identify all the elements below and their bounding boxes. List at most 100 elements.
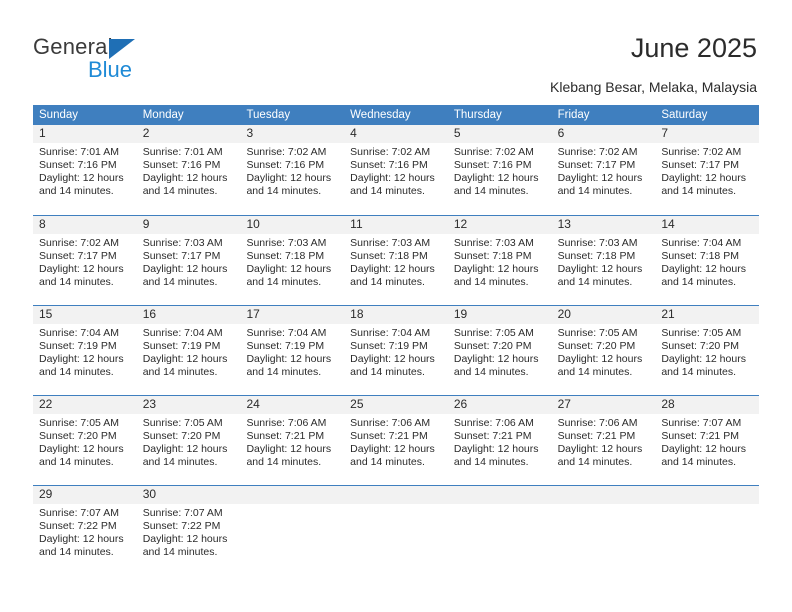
week-row: 29 Sunrise: 7:07 AM Sunset: 7:22 PM Dayl…: [33, 485, 759, 577]
day-details: Sunrise: 7:03 AM Sunset: 7:18 PM Dayligh…: [454, 237, 549, 289]
sunrise-text: Sunrise: 7:02 AM: [453, 146, 534, 158]
day-cell[interactable]: 11 Sunrise: 7:03 AM Sunset: 7:18 PM Dayl…: [344, 216, 448, 305]
sunset-text: Sunset: 7:17 PM: [661, 159, 739, 171]
day-details: Sunrise: 7:02 AM Sunset: 7:17 PM Dayligh…: [39, 237, 134, 289]
day-details: Sunrise: 7:03 AM Sunset: 7:18 PM Dayligh…: [558, 237, 653, 289]
day-details: Sunrise: 7:05 AM Sunset: 7:20 PM Dayligh…: [454, 327, 549, 379]
day-cell[interactable]: 29 Sunrise: 7:07 AM Sunset: 7:22 PM Dayl…: [33, 486, 137, 577]
day-number: 5: [453, 126, 461, 140]
sunrise-text: Sunrise: 7:02 AM: [246, 146, 327, 158]
daylight-text: Daylight: 12 hours and 14 minutes.: [661, 263, 746, 288]
sunset-text: Sunset: 7:16 PM: [142, 159, 221, 171]
day-cell[interactable]: 2 Sunrise: 7:01 AM Sunset: 7:16 PM Dayli…: [137, 125, 241, 215]
day-details: Sunrise: 7:04 AM Sunset: 7:18 PM Dayligh…: [661, 237, 756, 289]
sunrise-text: Sunrise: 7:03 AM: [453, 237, 534, 249]
day-cell[interactable]: 6 Sunrise: 7:02 AM Sunset: 7:17 PM Dayli…: [552, 125, 656, 215]
day-cell[interactable]: 18 Sunrise: 7:04 AM Sunset: 7:19 PM Dayl…: [344, 306, 448, 395]
day-cell[interactable]: 1 Sunrise: 7:01 AM Sunset: 7:16 PM Dayli…: [33, 125, 137, 215]
sunrise-text: Sunrise: 7:04 AM: [661, 237, 742, 249]
day-cell[interactable]: 4 Sunrise: 7:02 AM Sunset: 7:16 PM Dayli…: [344, 125, 448, 215]
day-cell[interactable]: 10 Sunrise: 7:03 AM Sunset: 7:18 PM Dayl…: [240, 216, 344, 305]
sunset-text: Sunset: 7:16 PM: [39, 159, 117, 171]
day-cell[interactable]: 9 Sunrise: 7:03 AM Sunset: 7:17 PM Dayli…: [137, 216, 241, 305]
day-cell-empty: [655, 486, 759, 577]
sunset-text: Sunset: 7:22 PM: [39, 520, 117, 532]
daylight-text: Daylight: 12 hours and 14 minutes.: [557, 263, 643, 288]
day-cell[interactable]: 26 Sunrise: 7:06 AM Sunset: 7:21 PM Dayl…: [448, 396, 552, 485]
day-details: Sunrise: 7:02 AM Sunset: 7:17 PM Dayligh…: [558, 146, 653, 198]
sunset-text: Sunset: 7:20 PM: [39, 430, 117, 442]
day-cell[interactable]: 16 Sunrise: 7:04 AM Sunset: 7:19 PM Dayl…: [137, 306, 241, 395]
day-cell[interactable]: 22 Sunrise: 7:05 AM Sunset: 7:20 PM Dayl…: [33, 396, 137, 485]
sunrise-text: Sunrise: 7:02 AM: [350, 146, 431, 158]
day-cell[interactable]: 7 Sunrise: 7:02 AM Sunset: 7:17 PM Dayli…: [655, 125, 759, 215]
day-cell[interactable]: 23 Sunrise: 7:05 AM Sunset: 7:20 PM Dayl…: [137, 396, 241, 485]
daylight-text: Daylight: 12 hours and 14 minutes.: [142, 443, 228, 468]
day-cell[interactable]: 17 Sunrise: 7:04 AM Sunset: 7:19 PM Dayl…: [240, 306, 344, 395]
day-cell[interactable]: 25 Sunrise: 7:06 AM Sunset: 7:21 PM Dayl…: [344, 396, 448, 485]
day-details: Sunrise: 7:04 AM Sunset: 7:19 PM Dayligh…: [350, 327, 445, 379]
day-cell[interactable]: 20 Sunrise: 7:05 AM Sunset: 7:20 PM Dayl…: [552, 306, 656, 395]
week-row: 22 Sunrise: 7:05 AM Sunset: 7:20 PM Dayl…: [33, 395, 759, 485]
sunrise-text: Sunrise: 7:07 AM: [661, 417, 742, 429]
daylight-text: Daylight: 12 hours and 14 minutes.: [142, 533, 228, 558]
day-cell[interactable]: 13 Sunrise: 7:03 AM Sunset: 7:18 PM Dayl…: [552, 216, 656, 305]
sunrise-text: Sunrise: 7:03 AM: [246, 237, 327, 249]
daylight-text: Daylight: 12 hours and 14 minutes.: [39, 353, 124, 378]
daylight-text: Daylight: 12 hours and 14 minutes.: [661, 172, 746, 197]
day-number: 1: [39, 126, 46, 140]
day-cell[interactable]: 8 Sunrise: 7:02 AM Sunset: 7:17 PM Dayli…: [33, 216, 137, 305]
day-cell[interactable]: 15 Sunrise: 7:04 AM Sunset: 7:19 PM Dayl…: [33, 306, 137, 395]
sunrise-text: Sunrise: 7:07 AM: [39, 507, 119, 519]
sunset-text: Sunset: 7:17 PM: [39, 250, 117, 262]
weekday-tuesday: Tuesday: [246, 109, 291, 121]
day-details: Sunrise: 7:04 AM Sunset: 7:19 PM Dayligh…: [143, 327, 238, 379]
day-cell[interactable]: 21 Sunrise: 7:05 AM Sunset: 7:20 PM Dayl…: [655, 306, 759, 395]
day-details: Sunrise: 7:01 AM Sunset: 7:16 PM Dayligh…: [39, 146, 134, 198]
page-header: General Blue June 2025 Klebang Besar, Me…: [0, 0, 792, 100]
general-blue-logo[interactable]: General Blue: [33, 34, 233, 84]
sunset-text: Sunset: 7:21 PM: [557, 430, 636, 442]
sunrise-text: Sunrise: 7:06 AM: [453, 417, 534, 429]
weekday-thursday: Thursday: [453, 109, 502, 121]
day-cell[interactable]: 27 Sunrise: 7:06 AM Sunset: 7:21 PM Dayl…: [552, 396, 656, 485]
day-number: 18: [350, 307, 364, 321]
day-cell[interactable]: 3 Sunrise: 7:02 AM Sunset: 7:16 PM Dayli…: [240, 125, 344, 215]
day-cell-empty: [552, 486, 656, 577]
weekday-sunday: Sunday: [39, 109, 79, 121]
day-details: Sunrise: 7:04 AM Sunset: 7:19 PM Dayligh…: [246, 327, 341, 379]
week-row: 8 Sunrise: 7:02 AM Sunset: 7:17 PM Dayli…: [33, 215, 759, 305]
day-number: 28: [661, 397, 675, 411]
daylight-text: Daylight: 12 hours and 14 minutes.: [453, 172, 539, 197]
day-cell[interactable]: 30 Sunrise: 7:07 AM Sunset: 7:22 PM Dayl…: [137, 486, 241, 577]
sunset-text: Sunset: 7:18 PM: [453, 250, 532, 262]
page-subtitle: Klebang Besar, Melaka, Malaysia: [550, 79, 757, 95]
weekday-monday: Monday: [142, 109, 184, 121]
sunrise-text: Sunrise: 7:07 AM: [142, 507, 223, 519]
day-number: 27: [557, 397, 571, 411]
sunrise-text: Sunrise: 7:04 AM: [350, 327, 431, 339]
day-cell[interactable]: 19 Sunrise: 7:05 AM Sunset: 7:20 PM Dayl…: [448, 306, 552, 395]
day-number: 11: [350, 217, 363, 231]
day-details: Sunrise: 7:06 AM Sunset: 7:21 PM Dayligh…: [558, 417, 653, 469]
calendar-page: General Blue June 2025 Klebang Besar, Me…: [0, 0, 792, 612]
day-number: 2: [142, 126, 150, 140]
day-cell[interactable]: 5 Sunrise: 7:02 AM Sunset: 7:16 PM Dayli…: [448, 125, 552, 215]
day-cell[interactable]: 14 Sunrise: 7:04 AM Sunset: 7:18 PM Dayl…: [655, 216, 759, 305]
daylight-text: Daylight: 12 hours and 14 minutes.: [39, 443, 124, 468]
day-cell[interactable]: 28 Sunrise: 7:07 AM Sunset: 7:21 PM Dayl…: [655, 396, 759, 485]
sunset-text: Sunset: 7:19 PM: [350, 340, 428, 352]
daylight-text: Daylight: 12 hours and 14 minutes.: [557, 353, 643, 378]
day-details: Sunrise: 7:06 AM Sunset: 7:21 PM Dayligh…: [350, 417, 445, 469]
sunset-text: Sunset: 7:20 PM: [557, 340, 636, 352]
day-number: 4: [350, 126, 357, 140]
day-cell[interactable]: 12 Sunrise: 7:03 AM Sunset: 7:18 PM Dayl…: [448, 216, 552, 305]
sunset-text: Sunset: 7:20 PM: [453, 340, 532, 352]
day-details: Sunrise: 7:07 AM Sunset: 7:22 PM Dayligh…: [39, 507, 134, 559]
sunset-text: Sunset: 7:16 PM: [453, 159, 532, 171]
sunrise-text: Sunrise: 7:03 AM: [557, 237, 638, 249]
day-details: Sunrise: 7:07 AM Sunset: 7:21 PM Dayligh…: [661, 417, 756, 469]
sunrise-text: Sunrise: 7:01 AM: [39, 146, 119, 158]
daylight-text: Daylight: 12 hours and 14 minutes.: [661, 353, 746, 378]
day-cell[interactable]: 24 Sunrise: 7:06 AM Sunset: 7:21 PM Dayl…: [240, 396, 344, 485]
